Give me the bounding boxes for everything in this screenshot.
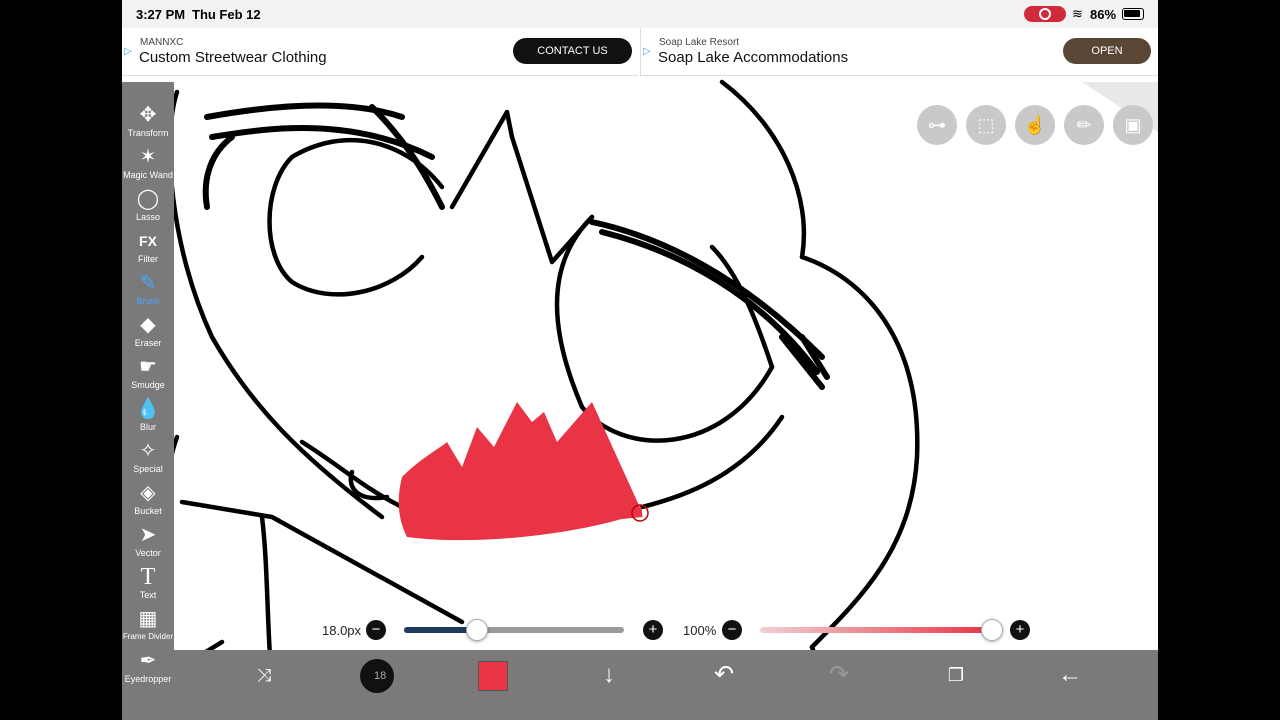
tool-filter[interactable]: FX Filter bbox=[122, 228, 174, 270]
ad-source: Soap Lake Resort bbox=[659, 37, 740, 48]
status-time: 3:27 PM bbox=[136, 7, 186, 22]
lasso-icon: ◯ bbox=[136, 188, 160, 210]
status-bar: 3:27 PM Thu Feb 12 ≋ 86% bbox=[122, 0, 1158, 28]
ad-choices-icon[interactable]: ▷ bbox=[643, 46, 651, 57]
tool-lasso[interactable]: ◯ Lasso bbox=[122, 186, 174, 228]
tool-label: Vector bbox=[135, 548, 161, 558]
ad-banner-1[interactable]: ▷ MANNXC Custom Streetwear Clothing CONT… bbox=[122, 28, 638, 76]
tool-label: Special bbox=[133, 464, 163, 474]
toggle-icon[interactable]: ⊶ bbox=[917, 105, 957, 145]
selection-icon[interactable]: ⬚ bbox=[966, 105, 1006, 145]
tool-magic-wand[interactable]: ✶ Magic Wand bbox=[122, 144, 174, 186]
tool-eyedropper[interactable]: ✒ Eyedropper bbox=[122, 648, 174, 690]
tool-smudge[interactable]: ☛ Smudge bbox=[122, 354, 174, 396]
ad-open-button[interactable]: OPEN bbox=[1063, 38, 1151, 64]
screen-record-icon bbox=[1024, 6, 1066, 22]
ad-banner-2[interactable]: ▷ Soap Lake Resort Soap Lake Accommodati… bbox=[640, 28, 1158, 76]
tool-label: Frame Divider bbox=[122, 632, 174, 641]
redo-icon: ↷ bbox=[828, 661, 850, 688]
brush-size-preview[interactable]: 18 bbox=[360, 659, 394, 693]
bottom-toolbar: ⤨ 18 ↓ ↶ ↷ ❐ ← bbox=[174, 650, 1158, 720]
battery-icon bbox=[1122, 8, 1144, 20]
tool-label: Brush bbox=[136, 296, 160, 306]
text-icon: T bbox=[140, 564, 156, 590]
tool-label: Transform bbox=[127, 128, 169, 138]
sparkle-icon: ✧ bbox=[139, 440, 157, 462]
tool-eraser[interactable]: ◆ Eraser bbox=[122, 312, 174, 354]
eyedropper-icon: ✒ bbox=[139, 650, 157, 672]
fx-icon: FX bbox=[139, 233, 157, 249]
ipad-screen: 3:27 PM Thu Feb 12 ≋ 86% ▷ MANNXC Custom… bbox=[122, 0, 1158, 720]
bucket-icon: ◈ bbox=[140, 482, 156, 504]
smudge-icon: ☛ bbox=[139, 356, 157, 378]
tool-label: Text bbox=[139, 590, 157, 600]
magic-wand-icon: ✶ bbox=[139, 146, 157, 168]
move-arrows-icon: ✥ bbox=[139, 104, 157, 126]
ad-headline[interactable]: Custom Streetwear Clothing bbox=[139, 49, 327, 66]
tool-label: Smudge bbox=[131, 380, 165, 390]
tool-label: Eyedropper bbox=[124, 674, 172, 684]
opacity-label: 100% bbox=[683, 623, 717, 638]
arrow-down-icon[interactable]: ↓ bbox=[589, 660, 629, 690]
ad-source: MANNXC bbox=[140, 37, 184, 48]
tool-label: Filter bbox=[138, 254, 158, 264]
tool-label: Eraser bbox=[134, 338, 162, 348]
tool-transform[interactable]: ✥ Transform bbox=[122, 102, 174, 144]
size-slider-knob[interactable] bbox=[465, 619, 488, 641]
opacity-decrease-button[interactable]: − bbox=[722, 620, 742, 640]
opacity-slider-track[interactable] bbox=[760, 627, 992, 633]
tool-text[interactable]: T Text bbox=[122, 564, 174, 606]
image-icon[interactable]: ▣ bbox=[1113, 105, 1153, 145]
drawing-canvas[interactable] bbox=[122, 77, 1158, 720]
tool-bucket[interactable]: ◈ Bucket bbox=[122, 480, 174, 522]
wifi-icon: ≋ bbox=[1072, 6, 1083, 21]
tool-brush[interactable]: ✎ Brush bbox=[122, 270, 174, 312]
layers-icon[interactable]: ❐ bbox=[936, 660, 976, 690]
tool-label: Bucket bbox=[134, 506, 162, 516]
brush-size-badge: 18 bbox=[374, 670, 387, 682]
brush-size-label: 18.0px bbox=[322, 623, 362, 638]
size-increase-button[interactable]: + bbox=[643, 620, 663, 640]
ad-contact-button[interactable]: CONTACT US bbox=[513, 38, 632, 64]
size-decrease-button[interactable]: − bbox=[366, 620, 386, 640]
ruler-icon[interactable]: ✏ bbox=[1064, 105, 1104, 145]
tool-special[interactable]: ✧ Special bbox=[122, 438, 174, 480]
status-date: Thu Feb 12 bbox=[192, 7, 261, 22]
opacity-increase-button[interactable]: + bbox=[1010, 620, 1030, 640]
opacity-slider-knob[interactable] bbox=[981, 619, 1003, 641]
tool-frame-divider[interactable]: ▦ Frame Divider bbox=[122, 606, 174, 648]
eraser-icon: ◆ bbox=[140, 314, 156, 336]
color-swatch[interactable] bbox=[478, 661, 508, 691]
hand-icon[interactable]: ☝ bbox=[1015, 105, 1055, 145]
back-arrow-icon[interactable]: ← bbox=[1050, 660, 1090, 690]
brush-icon: ✎ bbox=[139, 272, 157, 294]
tool-label: Blur bbox=[139, 422, 156, 432]
tool-label: Lasso bbox=[135, 212, 161, 222]
ad-choices-icon[interactable]: ▷ bbox=[124, 46, 132, 57]
battery-percent: 86% bbox=[1090, 7, 1117, 22]
cursor-arrow-icon: ➤ bbox=[139, 524, 157, 546]
frame-divider-icon: ▦ bbox=[138, 608, 158, 630]
undo-icon[interactable]: ↶ bbox=[704, 660, 744, 690]
tool-vector[interactable]: ➤ Vector bbox=[122, 522, 174, 564]
swap-brush-icon[interactable]: ⤨ bbox=[244, 660, 284, 690]
tool-label: Magic Wand bbox=[123, 170, 173, 180]
droplet-icon: 💧 bbox=[135, 398, 161, 420]
tool-blur[interactable]: 💧 Blur bbox=[122, 396, 174, 438]
tool-sidebar: ✥ Transform ✶ Magic Wand ◯ Lasso FX Filter ✎… bbox=[122, 82, 174, 720]
ad-headline[interactable]: Soap Lake Accommodations bbox=[658, 49, 848, 66]
